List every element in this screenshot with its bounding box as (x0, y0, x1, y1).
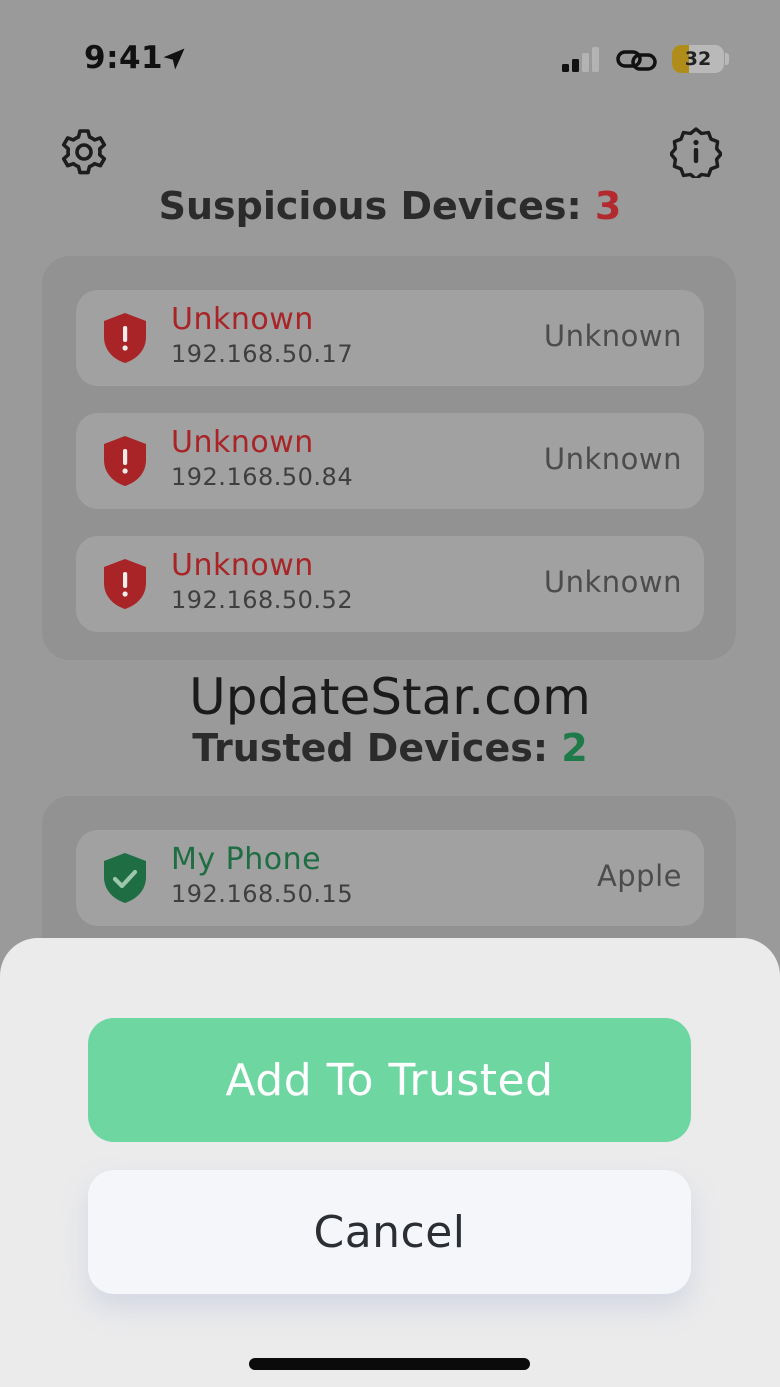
device-name: My Phone (171, 842, 322, 877)
battery-percent: 32 (684, 48, 712, 70)
shield-check-icon (104, 853, 146, 903)
device-vendor: Unknown (543, 565, 682, 599)
device-vendor: Unknown (543, 442, 682, 476)
status-time: 9:41 (84, 40, 164, 76)
personal-hotspot-icon (616, 50, 657, 71)
device-ip: 192.168.50.15 (171, 880, 354, 908)
trusted-devices-title: Trusted Devices: 2 (0, 726, 780, 770)
suspicious-devices-title: Suspicious Devices: 3 (0, 184, 780, 228)
watermark-text: UpdateStar.com (189, 668, 591, 726)
device-vendor: Unknown (543, 319, 682, 353)
device-name: Unknown (171, 548, 314, 583)
suspicious-devices-label: Suspicious Devices: (158, 184, 595, 228)
shield-alert-icon (104, 313, 146, 363)
suspicious-devices-count: 3 (594, 184, 622, 228)
trusted-devices-count: 2 (561, 726, 588, 770)
battery-icon: 32 (672, 45, 724, 73)
action-sheet: Add To Trusted Cancel (0, 938, 780, 1387)
device-row[interactable]: Unknown 192.168.50.84 Unknown (76, 413, 704, 509)
device-vendor: Apple (596, 859, 682, 893)
device-name: Unknown (171, 302, 314, 337)
info-badge-icon[interactable] (670, 126, 722, 178)
cellular-signal-icon (562, 47, 599, 72)
device-ip: 192.168.50.52 (171, 586, 354, 614)
device-row[interactable]: Unknown 192.168.50.17 Unknown (76, 290, 704, 386)
home-indicator[interactable] (249, 1358, 530, 1370)
shield-alert-icon (104, 436, 146, 486)
device-ip: 192.168.50.84 (171, 463, 354, 491)
gear-icon[interactable] (58, 126, 110, 178)
status-bar: 9:41 32 (0, 0, 780, 110)
trusted-devices-label: Trusted Devices: (192, 726, 562, 770)
cancel-button[interactable]: Cancel (88, 1170, 691, 1294)
device-row[interactable]: Unknown 192.168.50.52 Unknown (76, 536, 704, 632)
location-arrow-icon (163, 48, 185, 70)
device-name: Unknown (171, 425, 314, 460)
battery-cap (725, 53, 729, 65)
device-row[interactable]: My Phone 192.168.50.15 Apple (76, 830, 704, 926)
add-to-trusted-button[interactable]: Add To Trusted (88, 1018, 691, 1142)
device-ip: 192.168.50.17 (171, 340, 354, 368)
shield-alert-icon (104, 559, 146, 609)
